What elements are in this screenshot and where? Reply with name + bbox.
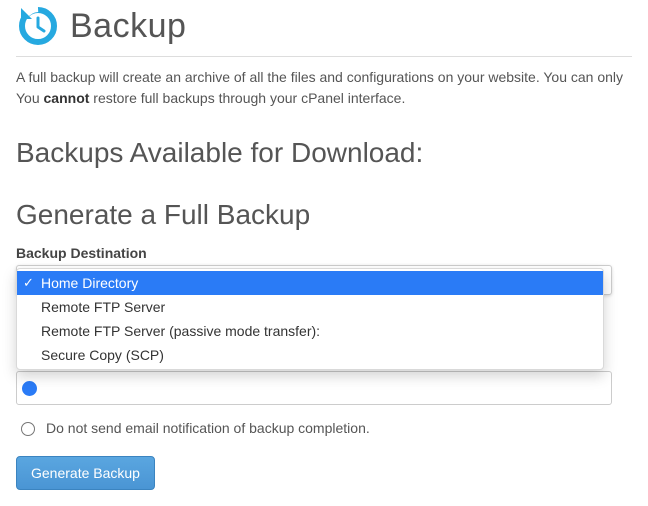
dropdown-option-scp[interactable]: Secure Copy (SCP): [17, 343, 603, 367]
email-radio-selected[interactable]: [23, 382, 36, 395]
generate-backup-button[interactable]: Generate Backup: [16, 456, 155, 490]
backup-destination-label: Backup Destination: [16, 245, 632, 261]
backup-destination-dropdown[interactable]: ✓ Home Directory Remote FTP Server Remot…: [16, 268, 604, 370]
intro-text: A full backup will create an archive of …: [16, 67, 632, 109]
generate-full-backup-heading: Generate a Full Backup: [16, 199, 632, 231]
backups-available-heading: Backups Available for Download:: [16, 137, 632, 169]
dropdown-option-remote-ftp-passive[interactable]: Remote FTP Server (passive mode transfer…: [17, 319, 603, 343]
divider: [16, 56, 632, 57]
backup-icon: [16, 4, 60, 48]
page-title: Backup: [70, 7, 186, 46]
email-input-row[interactable]: [16, 371, 612, 405]
dropdown-option-remote-ftp[interactable]: Remote FTP Server: [17, 295, 603, 319]
no-email-label: Do not send email notification of backup…: [46, 420, 370, 436]
no-email-radio[interactable]: [21, 422, 35, 436]
dropdown-option-home-directory[interactable]: ✓ Home Directory: [17, 271, 603, 295]
check-icon: ✓: [23, 273, 34, 293]
